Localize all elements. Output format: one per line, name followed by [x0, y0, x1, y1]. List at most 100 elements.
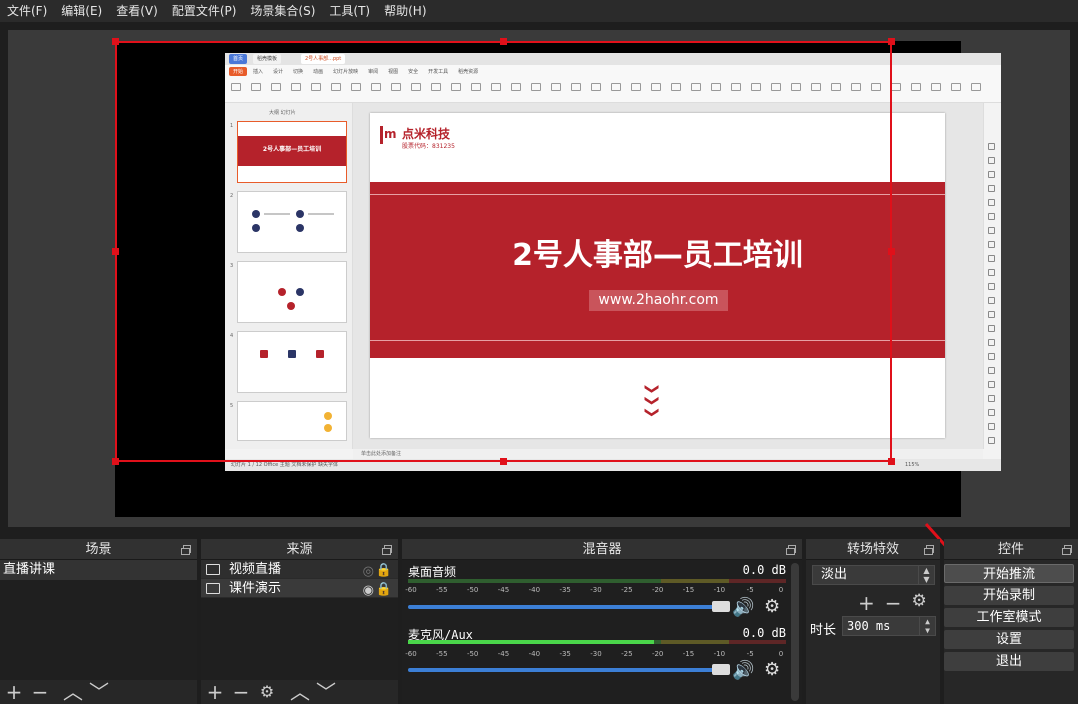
float-icon[interactable] — [786, 545, 796, 555]
volume-icon[interactable]: 🔊 — [732, 597, 754, 618]
gear-icon[interactable]: ⚙ — [258, 682, 276, 702]
meter-level-fill — [408, 640, 654, 644]
menu-profile[interactable]: 配置文件(P) — [165, 0, 244, 22]
lock-icon[interactable]: 🔒 — [376, 580, 392, 599]
gear-icon[interactable]: ⚙ — [912, 591, 927, 615]
mixer-scrollbar[interactable] — [791, 563, 799, 701]
capture-side-icon — [988, 157, 995, 164]
meter-tick-label: -25 — [621, 650, 633, 658]
source-item[interactable]: 视频直播 ◎ 🔒 — [201, 560, 398, 579]
move-down-icon[interactable]: ﹀ — [316, 682, 336, 702]
controls-title-text: 控件 — [997, 542, 1024, 557]
menu-view[interactable]: 查看(V) — [109, 0, 165, 22]
scenes-list: 直播讲课 — [0, 560, 197, 680]
meter-tick-label: -5 — [746, 650, 754, 658]
duration-label: 时长 — [810, 623, 837, 638]
chevron-updown-icon[interactable]: ▲ ▼ — [918, 566, 934, 584]
controls-dock: 控件 开始推流 开始录制 工作室模式 设置 退出 — [944, 539, 1078, 704]
duration-input[interactable]: 300 ms ▲ ▼ — [842, 616, 936, 636]
add-icon[interactable]: + — [5, 682, 23, 702]
gear-icon[interactable]: ⚙ — [764, 659, 780, 680]
capture-right-toolbar — [983, 103, 1001, 449]
volume-slider[interactable] — [408, 601, 730, 612]
meter-tick-label: -50 — [466, 650, 479, 658]
volume-slider[interactable] — [408, 664, 730, 675]
move-up-icon[interactable]: ︿ — [63, 682, 83, 702]
add-icon[interactable]: + — [858, 591, 875, 615]
remove-icon[interactable]: − — [31, 682, 49, 702]
chevron-updown-icon[interactable]: ▲ ▼ — [919, 617, 935, 635]
sources-dock-title: 来源 — [201, 539, 398, 560]
volume-icon[interactable]: 🔊 — [732, 660, 754, 681]
move-up-icon[interactable]: ︿ — [290, 682, 310, 702]
start-recording-button[interactable]: 开始录制 — [944, 586, 1074, 605]
resize-handle[interactable] — [112, 248, 119, 255]
resize-handle[interactable] — [112, 458, 119, 465]
capture-tool-icon — [951, 83, 961, 91]
eye-icon[interactable]: ◉ — [363, 581, 374, 600]
capture-side-icon — [988, 269, 995, 276]
settings-button[interactable]: 设置 — [944, 630, 1074, 649]
resize-handle[interactable] — [888, 248, 895, 255]
menu-edit[interactable]: 编辑(E) — [54, 0, 109, 22]
capture-side-icon — [988, 213, 995, 220]
scenes-dock-title: 场景 — [0, 539, 197, 560]
level-meter — [408, 579, 786, 583]
menu-tools[interactable]: 工具(T) — [322, 0, 377, 22]
resize-handle[interactable] — [500, 458, 507, 465]
menu-help[interactable]: 帮助(H) — [377, 0, 433, 22]
meter-tick-label: -50 — [466, 586, 479, 594]
meter-tick-label: -25 — [621, 586, 633, 594]
float-icon[interactable] — [181, 545, 191, 555]
start-streaming-button[interactable]: 开始推流 — [944, 564, 1074, 583]
meter-tick-label: -15 — [682, 650, 695, 658]
meter-tick-label: -20 — [651, 650, 664, 658]
channel-db: 0.0 dB — [742, 626, 786, 640]
lock-icon[interactable]: 🔒 — [376, 561, 392, 580]
gear-icon[interactable]: ⚙ — [764, 596, 780, 617]
transitions-dock: 转场特效 淡出 ▲ ▼ + − ⚙ 时长 300 ms ▲ ▼ — [806, 539, 940, 704]
menu-scene-collection[interactable]: 场景集合(S) — [243, 0, 322, 22]
float-icon[interactable] — [924, 545, 934, 555]
transitions-title-text: 转场特效 — [846, 542, 899, 557]
source-label: 课件演示 — [229, 581, 282, 596]
resize-handle[interactable] — [888, 38, 895, 45]
scenes-toolbar: + − ︿ ﹀ — [0, 680, 197, 704]
capture-side-icon — [988, 143, 995, 150]
meter-segment — [729, 579, 786, 583]
resize-handle[interactable] — [500, 38, 507, 45]
capture-side-icon — [988, 185, 995, 192]
remove-icon[interactable]: − — [885, 591, 902, 615]
mixer-dock-title: 混音器 — [402, 539, 802, 560]
source-selection-frame[interactable] — [115, 41, 892, 462]
meter-tick-label: -5 — [746, 586, 754, 594]
meter-tick-label: -40 — [528, 586, 541, 594]
remove-icon[interactable]: − — [232, 682, 250, 702]
meter-tick-label: -40 — [528, 650, 541, 658]
meter-tick-label: -10 — [713, 650, 726, 658]
transition-select[interactable]: 淡出 ▲ ▼ — [812, 565, 935, 585]
capture-zoom: 115% — [905, 462, 920, 468]
meter-tick-label: -20 — [651, 586, 664, 594]
exit-button[interactable]: 退出 — [944, 652, 1074, 671]
capture-side-icon — [988, 395, 995, 402]
transition-value: 淡出 — [821, 567, 848, 582]
capture-side-icon — [988, 437, 995, 444]
capture-side-icon — [988, 423, 995, 430]
channel-db: 0.0 dB — [742, 563, 786, 577]
slider-knob[interactable] — [712, 664, 730, 675]
source-item[interactable]: 课件演示 ◉ 🔒 — [201, 579, 398, 598]
slider-knob[interactable] — [712, 601, 730, 612]
resize-handle[interactable] — [112, 38, 119, 45]
add-icon[interactable]: + — [206, 682, 224, 702]
meter-segment — [729, 640, 786, 644]
move-down-icon[interactable]: ﹀ — [89, 682, 109, 702]
resize-handle[interactable] — [888, 458, 895, 465]
float-icon[interactable] — [382, 545, 392, 555]
menu-file[interactable]: 文件(F) — [0, 0, 54, 22]
studio-mode-button[interactable]: 工作室模式 — [944, 608, 1074, 627]
meter-tick-label: -55 — [436, 586, 448, 594]
float-icon[interactable] — [1062, 545, 1072, 555]
scene-item[interactable]: 直播讲课 — [0, 560, 197, 580]
meter-scale: -60 -55 -50 -45 -40 -35 -30 -25 -20 -15 -10 -5 0 — [405, 650, 786, 660]
